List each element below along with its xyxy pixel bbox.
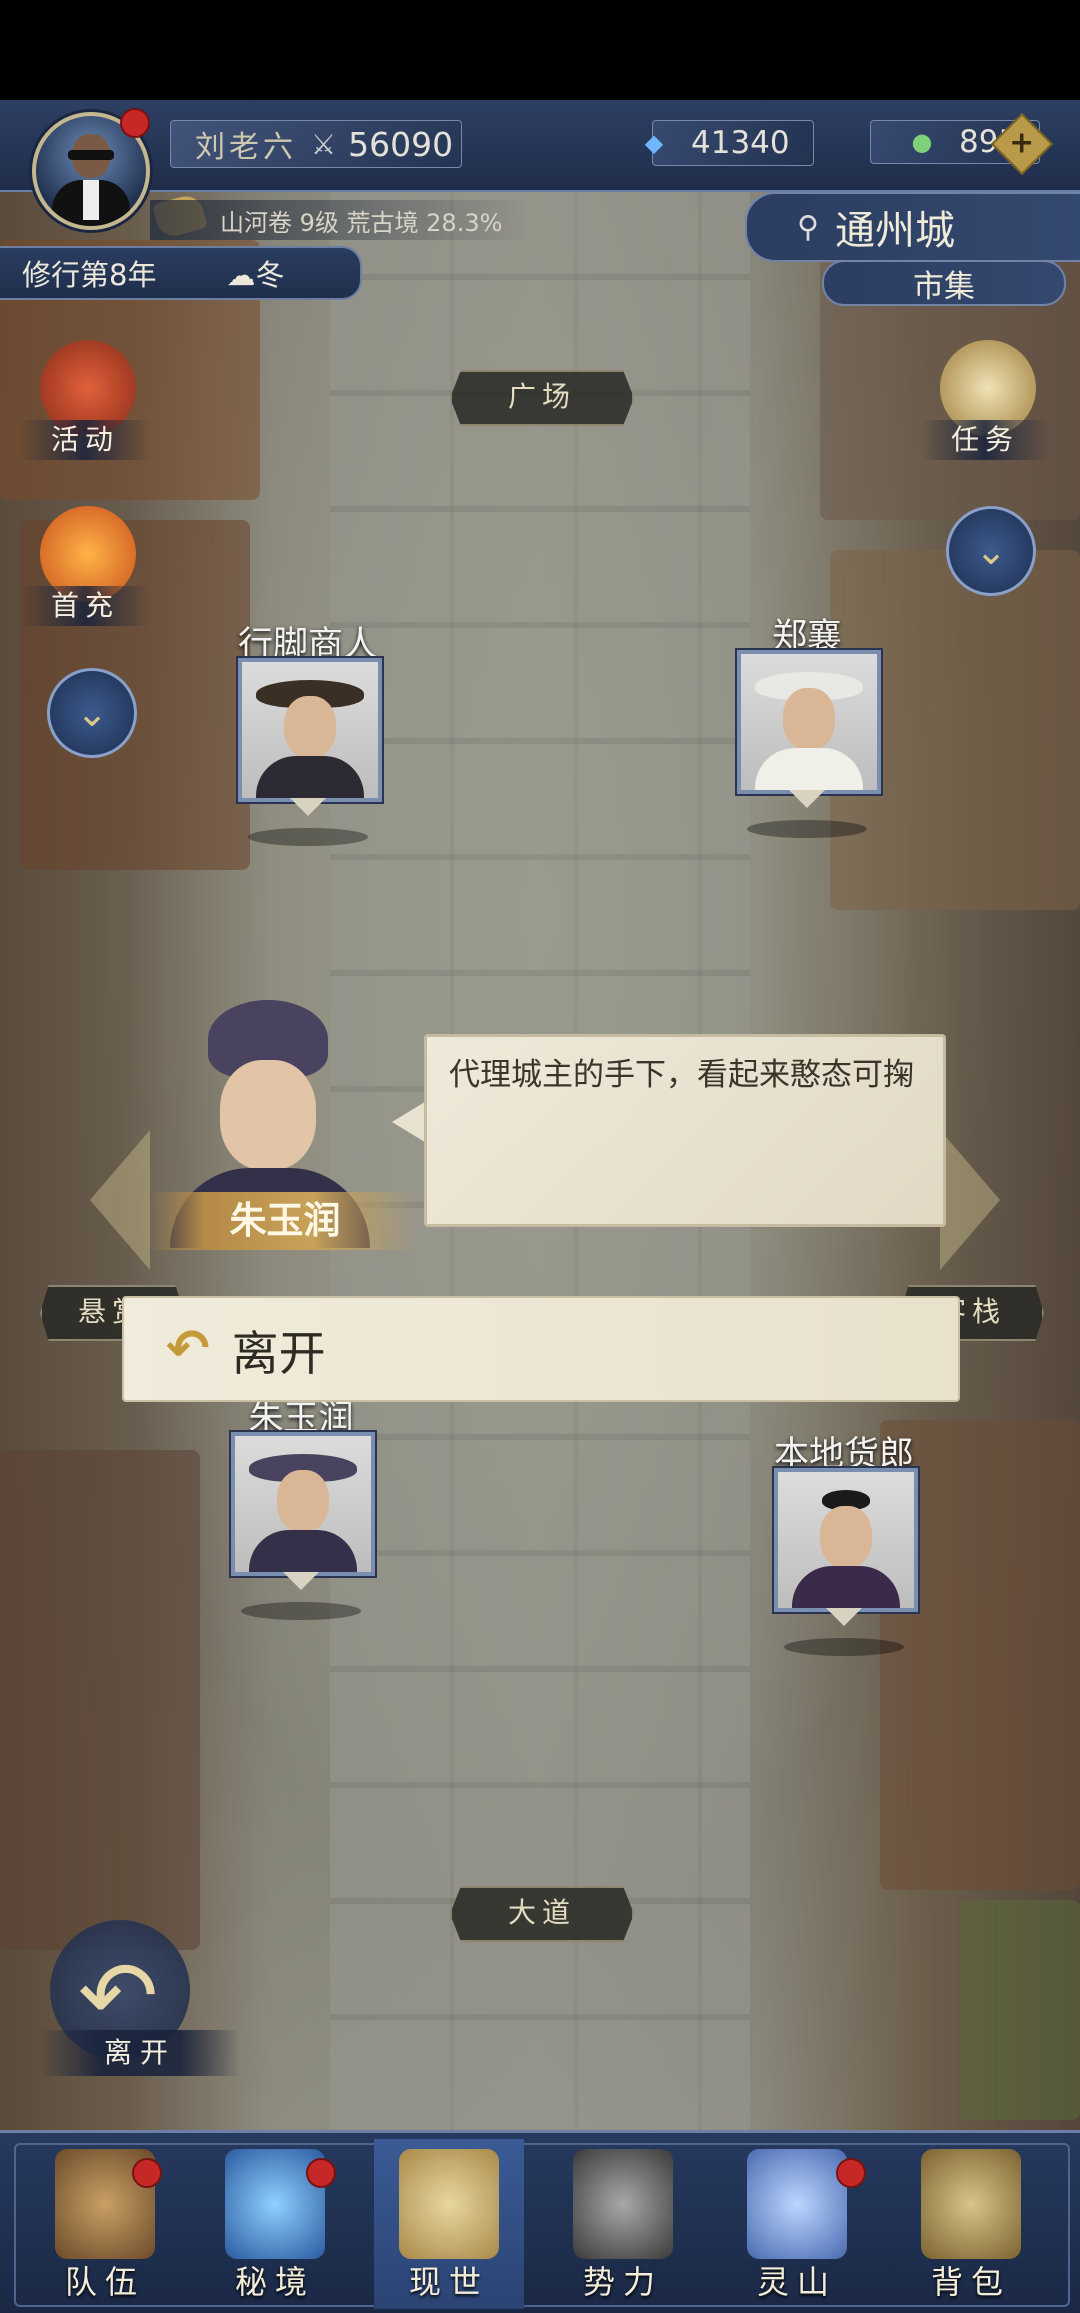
city-title[interactable]: ⚲ 通州城 xyxy=(745,192,1080,262)
tab-label: 势力 xyxy=(582,2263,663,2301)
place-south[interactable]: 大道 xyxy=(450,1886,634,1942)
power-icon: ⚔ xyxy=(311,127,337,161)
tab-faction[interactable]: 势力 xyxy=(548,2139,698,2309)
tab-label: 队伍 xyxy=(64,2263,145,2301)
activity-label: 活动 xyxy=(20,420,150,460)
market-stall xyxy=(960,1900,1080,2120)
dialog-option-leave[interactable]: ↶ 离开 xyxy=(122,1296,960,1402)
chevron-down-icon: ⌄ xyxy=(76,691,108,735)
district-label[interactable]: 市集 xyxy=(822,260,1066,306)
place-north[interactable]: 广场 xyxy=(450,370,634,426)
market-stall xyxy=(0,1450,200,1950)
crystal-resource[interactable]: ◆ 41340 xyxy=(645,120,814,166)
plus-icon: + xyxy=(1009,125,1035,161)
tab-backpack[interactable]: 背包 xyxy=(896,2139,1046,2309)
team-notification-dot xyxy=(132,2158,162,2188)
realm-notification-dot xyxy=(306,2158,336,2188)
crystal-amount: 41340 xyxy=(691,125,790,161)
cloud-icon: ☁ xyxy=(226,258,256,292)
leave-button[interactable]: ↶ 离开 xyxy=(40,1920,240,2080)
mountain-icon xyxy=(747,2149,847,2259)
npc-portrait xyxy=(774,1468,918,1612)
avatar-notification-dot xyxy=(120,108,150,138)
tab-label: 秘境 xyxy=(234,2263,315,2301)
tab-label: 灵山 xyxy=(756,2263,837,2301)
season-label: ☁冬 xyxy=(226,258,285,292)
first-recharge-label: 首充 xyxy=(20,586,150,626)
bubble-tail xyxy=(392,1100,428,1144)
progress-line[interactable]: 山河卷 9级 荒古境 28.3% xyxy=(150,200,530,240)
dialog-option-label: 离开 xyxy=(231,1326,326,1382)
prev-arrow-icon[interactable] xyxy=(90,1130,150,1270)
player-name-box[interactable]: 刘老六 ⚔ 56090 xyxy=(170,120,462,168)
tab-label: 背包 xyxy=(930,2263,1011,2301)
npc-portrait xyxy=(737,650,881,794)
bottom-navigation: 队伍 秘境 现世 势力 灵山 背包 xyxy=(0,2130,1080,2313)
npc-portrait xyxy=(231,1432,375,1576)
mountain-notification-dot xyxy=(836,2158,866,2188)
tab-present-world[interactable]: 现世 xyxy=(374,2139,524,2309)
map-scroll-icon xyxy=(399,2149,499,2259)
npc-portrait xyxy=(238,658,382,802)
dialog-text: 代理城主的手下，看起来憨态可掬 xyxy=(424,1034,946,1227)
cultivation-year: 修行第8年 xyxy=(22,258,157,292)
tab-label: 现世 xyxy=(408,2263,489,2301)
jade-icon: ● xyxy=(911,128,933,156)
chevron-down-icon: ⌄ xyxy=(975,529,1007,573)
quest-button[interactable]: 任务 xyxy=(920,340,1050,460)
player-name: 刘老六 xyxy=(195,130,297,165)
leave-label: 离开 xyxy=(40,2030,240,2076)
speaker-name: 朱玉润 xyxy=(150,1192,420,1250)
location-pin-icon: ⚲ xyxy=(797,209,819,245)
next-arrow-icon[interactable] xyxy=(940,1130,1000,1270)
activity-button[interactable]: 活动 xyxy=(20,340,150,460)
quest-label: 任务 xyxy=(920,420,1050,460)
player-power: 56090 xyxy=(348,124,454,164)
expand-right-menu-button[interactable]: ⌄ xyxy=(946,506,1036,596)
crystal-icon: ◆ xyxy=(644,129,664,157)
bag-icon xyxy=(921,2149,1021,2259)
cultivation-year-bar: 修行第8年 ☁冬 xyxy=(0,246,362,300)
pavilion-icon xyxy=(573,2149,673,2259)
expand-left-menu-button[interactable]: ⌄ xyxy=(47,668,137,758)
return-arrow-icon: ↶ xyxy=(166,1319,210,1379)
first-recharge-button[interactable]: 首充 xyxy=(20,506,150,626)
city-name: 通州城 xyxy=(834,208,955,254)
